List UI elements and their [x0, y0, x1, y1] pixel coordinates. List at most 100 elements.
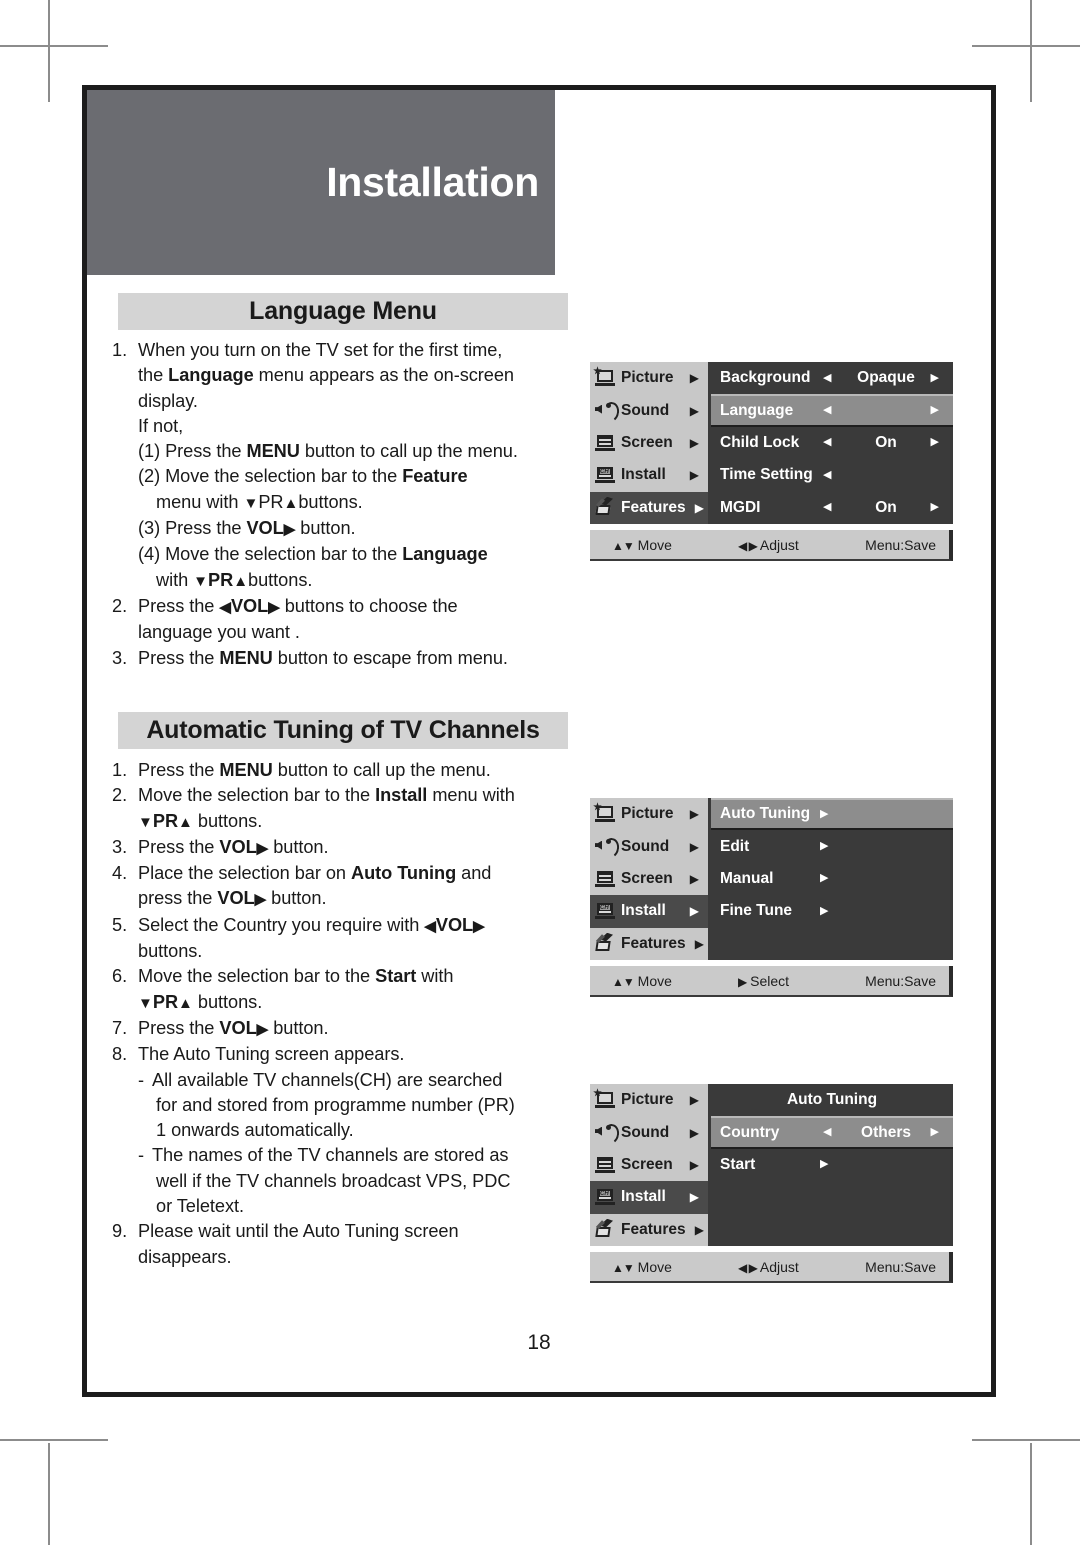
osd-left-panel: Picture ▶ Sound ▶ Screen ▶ CH Install ▶ Features ▶	[590, 798, 711, 960]
section-heading-label: Automatic Tuning of TV Channels	[146, 716, 540, 744]
osd-menu-item-child-lock[interactable]: Child Lock ◀ On ▶	[711, 427, 953, 459]
chevron-right-icon[interactable]: ▶	[690, 372, 699, 384]
action-arrows-icon: ◀ ▶	[738, 538, 758, 553]
osd-category-label: Features	[621, 1220, 686, 1238]
osd-category-label: Picture	[621, 805, 674, 823]
chevron-left-icon[interactable]: ◀	[823, 405, 831, 416]
osd-category-screen[interactable]: Screen ▶	[590, 427, 708, 459]
chevron-right-icon[interactable]: ▶	[690, 469, 699, 481]
osd-menu-item-edit[interactable]: Edit ▶	[711, 830, 953, 862]
chevron-right-icon[interactable]: ▶	[690, 1094, 699, 1106]
submenu-chevron-right-icon[interactable]: ▶	[820, 1159, 828, 1170]
osd-category-label: Sound	[621, 837, 670, 855]
osd-item-label: Manual	[720, 869, 774, 887]
osd-menu-item-manual[interactable]: Manual ▶	[711, 863, 953, 895]
osd-menu-item-language[interactable]: Language ◀ ▶	[711, 394, 953, 427]
chevron-right-icon[interactable]: ▶	[931, 1127, 939, 1138]
chevron-right-icon[interactable]: ▶	[695, 1224, 704, 1236]
osd-category-label: Install	[621, 902, 666, 920]
submenu-chevron-right-icon[interactable]: ▶	[820, 808, 828, 820]
osd-menu-item-fine-tune[interactable]: Fine Tune ▶	[711, 895, 953, 927]
chevron-right-icon[interactable]: ▶	[931, 405, 939, 416]
osd-category-features[interactable]: Features ▶	[590, 491, 708, 524]
osd-category-screen[interactable]: Screen ▶	[590, 863, 708, 895]
osd-item-value: On	[875, 498, 897, 516]
step-item: 3. Press the MENU button to escape from m…	[112, 646, 582, 671]
up-down-arrows-icon: ▲▼	[612, 974, 635, 989]
osd-menu-item-mgdi[interactable]: MGDI ◀ On ▶	[711, 492, 953, 524]
chevron-left-icon[interactable]: ◀	[823, 502, 831, 513]
osd-status-bar: ▲▼ Move ◀ ▶ Adjust Menu:Save	[590, 1252, 953, 1283]
step-continuation: 1 onwards automatically.	[156, 1120, 354, 1141]
osd-category-install[interactable]: CH Install ▶	[590, 1181, 708, 1214]
up-down-arrows-icon: ▲▼	[612, 1260, 635, 1275]
chevron-right-icon[interactable]: ▶	[690, 905, 699, 917]
osd-item-label: Child Lock	[720, 433, 800, 451]
submenu-chevron-right-icon[interactable]: ▶	[820, 905, 828, 917]
submenu-chevron-right-icon[interactable]: ▶	[820, 873, 828, 884]
osd-category-picture[interactable]: Picture ▶	[590, 798, 708, 830]
step-bullet-item: - All available TV channels(CH) are searc…	[112, 1068, 582, 1093]
chevron-right-icon[interactable]: ▶	[931, 437, 939, 448]
osd-category-install[interactable]: CH Install ▶	[590, 895, 708, 928]
osd-status-bar: ▲▼ Move ▶ Select Menu:Save	[590, 966, 953, 997]
osd-item-value: Opaque	[857, 369, 915, 387]
osd-category-sound[interactable]: Sound ▶	[590, 830, 708, 862]
chevron-right-icon[interactable]: ▶	[695, 502, 704, 514]
sound-icon	[594, 836, 621, 859]
osd-menu-item-auto-tuning[interactable]: Auto Tuning ▶	[711, 798, 953, 831]
osd-category-sound[interactable]: Sound ▶	[590, 1116, 708, 1148]
chevron-right-icon[interactable]: ▶	[690, 1127, 699, 1139]
osd-panel-title: Auto Tuning	[786, 1091, 878, 1109]
chevron-right-icon[interactable]: ▶	[690, 1159, 699, 1171]
chevron-right-icon[interactable]: ▶	[931, 502, 939, 513]
chevron-left-icon[interactable]: ◀	[823, 372, 831, 384]
step-text: Press the VOL▶ button.	[138, 1017, 329, 1038]
osd-item-label: Time Setting	[720, 466, 813, 484]
osd-auto-tuning-menu: Auto Tuning Country ◀ Others ▶ Start ▶ Picture ▶…	[590, 1084, 953, 1283]
chevron-right-icon[interactable]: ▶	[690, 405, 699, 417]
osd-menu-item-country[interactable]: Country ◀ Others ▶	[711, 1116, 953, 1149]
osd-category-screen[interactable]: Screen ▶	[590, 1149, 708, 1181]
step-number: 1.	[112, 340, 128, 360]
osd-menu-item-time-setting[interactable]: Time Setting ◀	[711, 459, 953, 491]
step-number: 8.	[112, 1044, 128, 1065]
osd-status-action: ◀ ▶ Adjust	[738, 536, 799, 553]
osd-category-sound[interactable]: Sound ▶	[590, 394, 708, 426]
chevron-right-icon[interactable]: ▶	[695, 938, 704, 950]
step-continuation: buttons.	[138, 941, 203, 962]
osd-category-install[interactable]: CH Install ▶	[590, 459, 708, 491]
chevron-right-icon[interactable]: ▶	[931, 372, 939, 384]
chevron-left-icon[interactable]: ◀	[823, 469, 831, 481]
sound-icon	[594, 400, 621, 423]
osd-category-features[interactable]: Features ▶	[590, 1214, 708, 1246]
step-number: 7.	[112, 1017, 128, 1038]
chevron-right-icon[interactable]: ▶	[690, 841, 699, 853]
chevron-right-icon[interactable]: ▶	[690, 437, 699, 449]
crop-mark-bottom-left-horizontal	[0, 1439, 108, 1441]
chevron-right-icon[interactable]: ▶	[690, 808, 699, 820]
crop-mark-top-right-vertical	[1030, 0, 1032, 102]
osd-category-picture[interactable]: Picture ▶	[590, 362, 708, 394]
chevron-left-icon[interactable]: ◀	[823, 1127, 831, 1138]
osd-category-label: Sound	[621, 1123, 670, 1141]
crop-mark-bottom-right-horizontal	[972, 1439, 1080, 1441]
step-number: 3.	[112, 836, 128, 857]
osd-install-menu: Auto Tuning ▶ Edit ▶ Manual ▶ Fine Tune ▶ Pictur…	[590, 798, 953, 997]
osd-category-picture[interactable]: Picture ▶	[590, 1084, 708, 1116]
step-text: Press the VOL▶ button.	[138, 836, 329, 857]
chevron-left-icon[interactable]: ◀	[823, 437, 831, 448]
step-item: 5. Select the Country you require with ◀V…	[112, 913, 582, 939]
osd-item-value: Others	[861, 1123, 911, 1141]
submenu-chevron-right-icon[interactable]: ▶	[820, 841, 828, 852]
chevron-right-icon[interactable]: ▶	[690, 1191, 699, 1203]
picture-icon	[593, 366, 616, 388]
osd-item-label: Edit	[720, 837, 750, 855]
osd-menu-item-start[interactable]: Start ▶	[711, 1149, 953, 1181]
chevron-right-icon[interactable]: ▶	[690, 873, 699, 885]
osd-menu-item-background[interactable]: Background ◀ Opaque ▶	[711, 362, 953, 394]
osd-status-action: ▶ Select	[738, 972, 790, 989]
osd-category-features[interactable]: Features ▶	[590, 928, 708, 960]
osd-right-panel: Auto Tuning ▶ Edit ▶ Manual ▶ Fine Tune ▶	[711, 798, 953, 960]
step-text: Press the MENU button to escape from men…	[138, 647, 508, 668]
